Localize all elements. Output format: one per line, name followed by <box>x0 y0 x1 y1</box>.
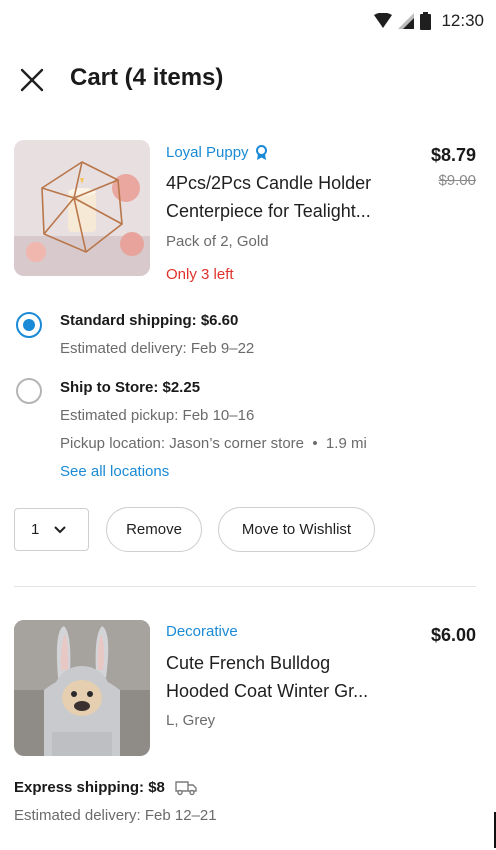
ship-to-store-radio[interactable] <box>16 378 42 404</box>
standard-shipping-title: Standard shipping: $6.60 <box>60 312 239 329</box>
standard-shipping-radio[interactable] <box>16 312 42 338</box>
close-icon <box>20 68 44 92</box>
status-bar: 12:30 <box>0 0 496 44</box>
product-title-line-1: 4Pcs/2Pcs Candle Holder <box>166 173 372 193</box>
quantity-select[interactable]: 1 <box>14 508 89 551</box>
ship-to-store-pickup: Estimated pickup: Feb 10–16 <box>60 407 255 424</box>
store-name[interactable]: Decorative <box>166 623 238 640</box>
wifi-icon <box>374 13 393 28</box>
close-button[interactable] <box>16 64 48 96</box>
product-title-line-2: Centerpiece for Tealight... <box>166 201 371 221</box>
delivery-truck-icon <box>175 780 197 795</box>
product-image-bulldog-coat[interactable] <box>14 620 150 756</box>
product-title[interactable]: Cute French Bulldog Hooded Coat Winter G… <box>166 649 406 705</box>
product-title-line-2: Hooded Coat Winter Gr... <box>166 681 369 701</box>
store-name-label: Loyal Puppy <box>166 144 249 161</box>
quantity-value: 1 <box>31 521 40 538</box>
product-price: $6.00 <box>430 625 476 645</box>
ship-to-store-location: Pickup location: Jason’s corner store • … <box>60 435 367 452</box>
stock-warning: Only 3 left <box>166 266 234 283</box>
product-title-line-1: Cute French Bulldog <box>166 653 331 673</box>
status-icons: 12:30 <box>374 11 484 31</box>
store-name-label: Decorative <box>166 623 238 640</box>
item-divider <box>14 586 476 587</box>
product-title[interactable]: 4Pcs/2Pcs Candle Holder Centerpiece for … <box>166 169 406 225</box>
page-title: Cart (4 items) <box>70 64 224 91</box>
express-shipping-delivery: Estimated delivery: Feb 12–21 <box>14 807 217 824</box>
standard-shipping-delivery: Estimated delivery: Feb 9–22 <box>60 340 255 357</box>
store-name[interactable]: Loyal Puppy <box>166 144 268 161</box>
move-to-wishlist-button[interactable]: Move to Wishlist <box>218 507 375 552</box>
chevron-down-icon <box>54 525 67 533</box>
original-price: $9.00 <box>438 172 476 189</box>
product-image-candle-holder[interactable] <box>14 140 150 276</box>
battery-icon <box>420 12 432 30</box>
status-time: 12:30 <box>441 11 484 30</box>
cellular-signal-icon <box>398 13 415 29</box>
header: Cart (4 items) <box>0 58 496 102</box>
ship-to-store-title: Ship to Store: $2.25 <box>60 379 201 396</box>
badge-icon <box>255 145 267 160</box>
see-all-locations-link[interactable]: See all locations <box>60 463 169 480</box>
express-shipping: Express shipping: $8 <box>14 779 197 796</box>
product-variant: Pack of 2, Gold <box>166 233 269 250</box>
product-variant: L, Grey <box>166 712 216 729</box>
product-price: $8.79 <box>430 145 476 165</box>
remove-button[interactable]: Remove <box>106 507 202 552</box>
express-shipping-title: Express shipping: $8 <box>14 779 165 796</box>
